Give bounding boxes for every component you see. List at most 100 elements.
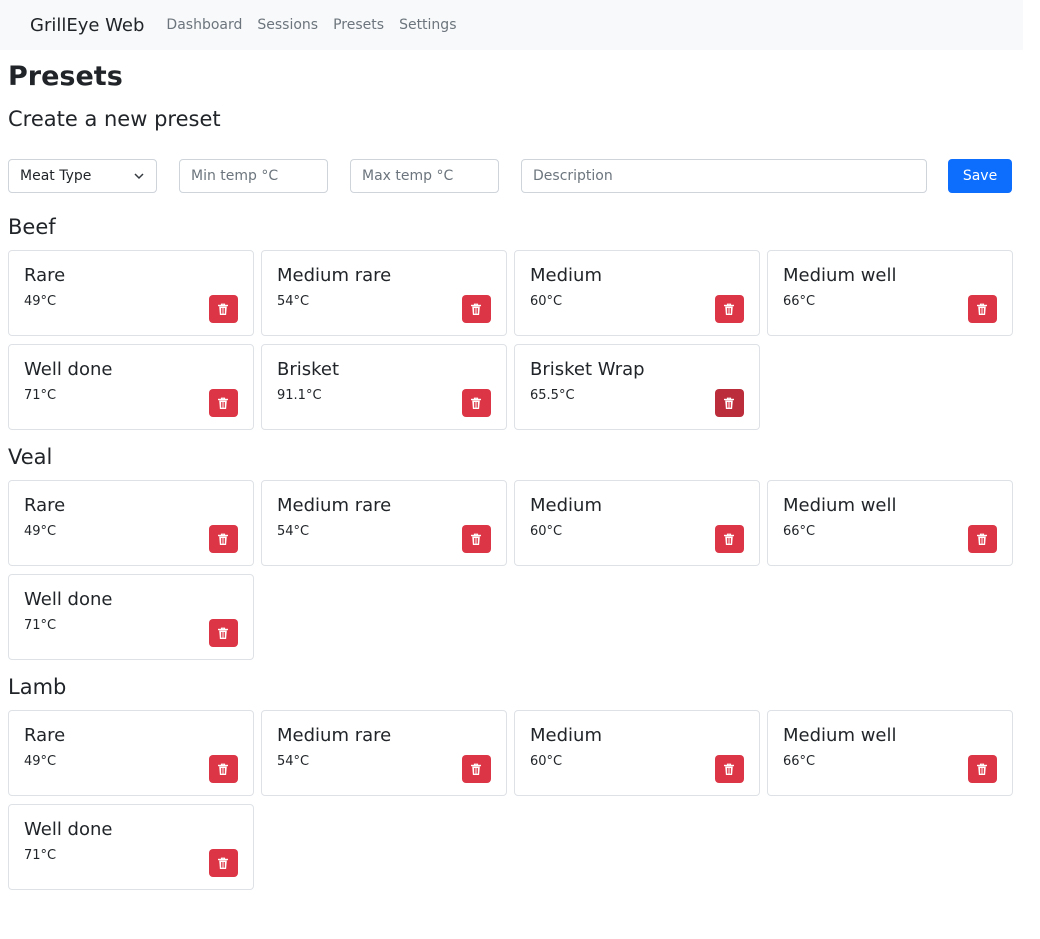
preset-grid: Rare 49°C Medium rare 54°C Medium 60°C Medium … bbox=[8, 710, 1040, 890]
description-placeholder: Description bbox=[533, 168, 613, 184]
delete-button[interactable] bbox=[714, 525, 744, 553]
trash-icon bbox=[217, 763, 229, 776]
group-title: Veal bbox=[8, 445, 53, 469]
delete-button[interactable] bbox=[208, 295, 238, 323]
preset-name: Medium bbox=[530, 725, 602, 746]
group-title: Lamb bbox=[8, 675, 67, 699]
preset-group-beef: Beef Rare 49°C Medium rare 54°C Medium 60°C Med… bbox=[8, 210, 1040, 430]
page-title: Presets bbox=[8, 61, 123, 92]
preset-card: Well done 71°C bbox=[8, 574, 254, 660]
brand-link[interactable]: GrillEye Web bbox=[30, 15, 144, 36]
delete-button[interactable] bbox=[967, 295, 997, 323]
delete-button[interactable] bbox=[714, 755, 744, 783]
preset-temp: 66°C bbox=[783, 754, 816, 769]
trash-icon bbox=[470, 303, 482, 316]
preset-name: Brisket bbox=[277, 359, 340, 380]
max-temp-input[interactable]: Max temp °C bbox=[350, 159, 499, 193]
preset-temp: 66°C bbox=[783, 524, 816, 539]
preset-temp: 54°C bbox=[277, 294, 310, 309]
preset-name: Rare bbox=[24, 725, 66, 746]
preset-temp: 71°C bbox=[24, 848, 57, 863]
preset-name: Medium bbox=[530, 265, 602, 286]
meat-type-value: Meat Type bbox=[20, 168, 92, 184]
preset-temp: 60°C bbox=[530, 524, 563, 539]
meat-type-select[interactable]: Meat Type bbox=[8, 159, 157, 193]
trash-icon bbox=[470, 397, 482, 410]
delete-button[interactable] bbox=[208, 849, 238, 877]
trash-icon bbox=[976, 303, 988, 316]
min-temp-placeholder: Min temp °C bbox=[191, 168, 279, 184]
trash-icon bbox=[217, 857, 229, 870]
preset-card: Medium rare 54°C bbox=[261, 480, 507, 566]
preset-grid: Rare 49°C Medium rare 54°C Medium 60°C Medium … bbox=[8, 250, 1040, 430]
trash-icon bbox=[217, 627, 229, 640]
trash-icon bbox=[723, 397, 735, 410]
nav-link-presets[interactable]: Presets bbox=[333, 17, 384, 33]
trash-icon bbox=[723, 763, 735, 776]
preset-temp: 71°C bbox=[24, 388, 57, 403]
preset-name: Rare bbox=[24, 495, 66, 516]
save-button[interactable]: Save bbox=[948, 159, 1012, 193]
preset-group-lamb: Lamb Rare 49°C Medium rare 54°C Medium 60°C Med… bbox=[8, 670, 1040, 890]
preset-name: Brisket Wrap bbox=[530, 359, 645, 380]
preset-temp: 60°C bbox=[530, 294, 563, 309]
preset-name: Rare bbox=[24, 265, 66, 286]
trash-icon bbox=[217, 303, 229, 316]
preset-name: Medium rare bbox=[277, 495, 392, 516]
trash-icon bbox=[217, 397, 229, 410]
preset-group-veal: Veal Rare 49°C Medium rare 54°C Medium 60°C Med… bbox=[8, 440, 1040, 660]
preset-temp: 66°C bbox=[783, 294, 816, 309]
delete-button[interactable] bbox=[461, 295, 491, 323]
preset-name: Medium rare bbox=[277, 265, 392, 286]
delete-button[interactable] bbox=[461, 755, 491, 783]
nav-link-dashboard[interactable]: Dashboard bbox=[166, 17, 242, 33]
delete-button[interactable] bbox=[967, 525, 997, 553]
preset-card: Medium 60°C bbox=[514, 250, 760, 336]
preset-card: Medium 60°C bbox=[514, 710, 760, 796]
preset-temp: 91.1°C bbox=[277, 388, 322, 403]
delete-button[interactable] bbox=[208, 755, 238, 783]
navbar: GrillEye Web Dashboard Sessions Presets … bbox=[0, 0, 1023, 50]
preset-card: Brisket 91.1°C bbox=[261, 344, 507, 430]
max-temp-placeholder: Max temp °C bbox=[362, 168, 454, 184]
delete-button[interactable] bbox=[208, 525, 238, 553]
preset-card: Medium rare 54°C bbox=[261, 250, 507, 336]
trash-icon bbox=[976, 533, 988, 546]
preset-temp: 54°C bbox=[277, 524, 310, 539]
preset-temp: 65.5°C bbox=[530, 388, 575, 403]
preset-temp: 49°C bbox=[24, 524, 57, 539]
nav-link-sessions[interactable]: Sessions bbox=[257, 17, 318, 33]
delete-button[interactable] bbox=[461, 389, 491, 417]
preset-card: Rare 49°C bbox=[8, 710, 254, 796]
preset-card: Well done 71°C bbox=[8, 804, 254, 890]
trash-icon bbox=[470, 533, 482, 546]
preset-card: Rare 49°C bbox=[8, 480, 254, 566]
preset-card: Medium well 66°C bbox=[767, 480, 1013, 566]
form-title: Create a new preset bbox=[8, 107, 221, 131]
trash-icon bbox=[217, 533, 229, 546]
min-temp-input[interactable]: Min temp °C bbox=[179, 159, 328, 193]
delete-button[interactable] bbox=[714, 389, 744, 417]
preset-name: Well done bbox=[24, 589, 113, 610]
delete-button[interactable] bbox=[208, 389, 238, 417]
delete-button[interactable] bbox=[461, 525, 491, 553]
nav-link-settings[interactable]: Settings bbox=[399, 17, 456, 33]
preset-card: Medium 60°C bbox=[514, 480, 760, 566]
preset-name: Medium well bbox=[783, 265, 897, 286]
preset-name: Medium well bbox=[783, 725, 897, 746]
delete-button[interactable] bbox=[208, 619, 238, 647]
preset-card: Well done 71°C bbox=[8, 344, 254, 430]
delete-button[interactable] bbox=[967, 755, 997, 783]
preset-card: Medium well 66°C bbox=[767, 250, 1013, 336]
preset-temp: 60°C bbox=[530, 754, 563, 769]
preset-name: Well done bbox=[24, 819, 113, 840]
description-input[interactable]: Description bbox=[521, 159, 927, 193]
trash-icon bbox=[470, 763, 482, 776]
trash-icon bbox=[976, 763, 988, 776]
preset-temp: 49°C bbox=[24, 294, 57, 309]
preset-card: Medium rare 54°C bbox=[261, 710, 507, 796]
preset-name: Medium rare bbox=[277, 725, 392, 746]
preset-card: Brisket Wrap 65.5°C bbox=[514, 344, 760, 430]
delete-button[interactable] bbox=[714, 295, 744, 323]
group-title: Beef bbox=[8, 215, 56, 239]
